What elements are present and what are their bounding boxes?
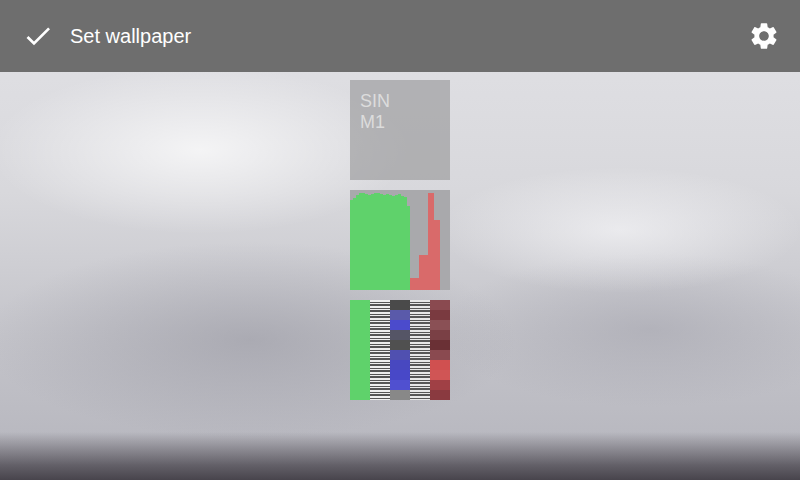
grid-cell: [390, 300, 410, 310]
bar-chart-preview[interactable]: [350, 190, 450, 290]
grid-cell: [390, 310, 410, 320]
grid-cell: [430, 340, 450, 350]
check-icon[interactable]: [22, 20, 54, 52]
set-wallpaper-button[interactable]: Set wallpaper: [22, 20, 191, 52]
grid-cell: [430, 330, 450, 340]
grid-cell: [390, 360, 410, 370]
app-bar: Set wallpaper: [0, 0, 800, 72]
grid-cell: [390, 350, 410, 360]
grid-preview[interactable]: [350, 300, 450, 400]
grid-cell: [430, 300, 450, 310]
app-bar-title[interactable]: Set wallpaper: [70, 25, 191, 48]
grid-cell: [430, 310, 450, 320]
grid-column: [390, 300, 410, 400]
grid-cell: [430, 350, 450, 360]
grid-column: [410, 300, 430, 400]
grid-cell: [430, 320, 450, 330]
grid-cell: [430, 360, 450, 370]
grid-cell: [430, 370, 450, 380]
grid-cell: [430, 380, 450, 390]
text-preview[interactable]: SINM1: [350, 80, 450, 180]
preview-label: SIN: [360, 91, 440, 112]
grid-cell: [390, 320, 410, 330]
grid-cell: [390, 380, 410, 390]
grid-column: [430, 300, 450, 400]
grid-cell: [390, 330, 410, 340]
grid-cell: [390, 340, 410, 350]
preview-label: M1: [360, 112, 440, 133]
gear-icon[interactable]: [748, 20, 780, 52]
grid-cell: [430, 390, 450, 400]
grid-column: [370, 300, 390, 400]
grid-cell: [390, 370, 410, 380]
grid-cell: [390, 390, 410, 400]
preview-list: SINM1: [0, 72, 800, 400]
chart-bar: [437, 220, 440, 290]
grid-column: [350, 300, 370, 400]
